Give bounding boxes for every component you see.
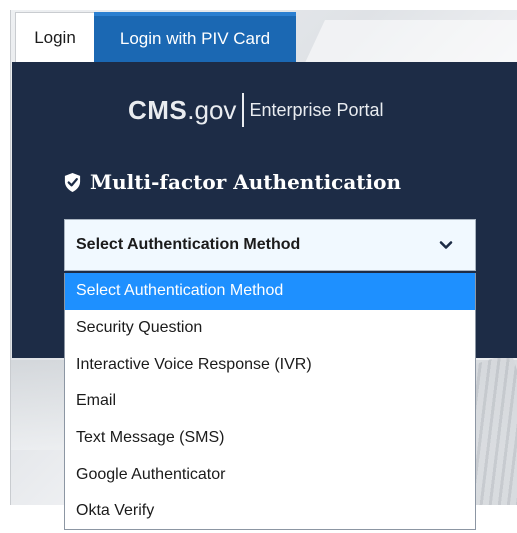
option-ivr[interactable]: Interactive Voice Response (IVR) <box>65 346 475 383</box>
tab-login-with-piv-card[interactable]: Login with PIV Card <box>94 12 296 62</box>
shield-check-icon <box>64 172 81 192</box>
logo-domain: .gov <box>187 94 237 125</box>
cms-logo: CMS .gov Enterprise Portal <box>128 92 384 128</box>
logo-divider <box>242 93 245 127</box>
chevron-down-icon <box>439 241 453 249</box>
logo-portal-name: Enterprise Portal <box>249 99 384 120</box>
mfa-heading: Multi-factor Authentication <box>63 168 401 196</box>
option-email[interactable]: Email <box>65 383 475 420</box>
option-okta-verify[interactable]: Okta Verify <box>65 493 475 530</box>
tab-login[interactable]: Login <box>15 12 94 62</box>
logo-brand: CMS <box>128 94 188 125</box>
mfa-heading-text: Multi-factor Authentication <box>90 170 402 194</box>
authentication-method-select[interactable]: Select Authentication Method <box>64 219 476 271</box>
authentication-method-options: Select Authentication Method Security Qu… <box>64 273 476 530</box>
option-google-authenticator[interactable]: Google Authenticator <box>65 456 475 493</box>
option-sms[interactable]: Text Message (SMS) <box>65 420 475 457</box>
select-value: Select Authentication Method <box>76 236 301 253</box>
option-select-authentication-method[interactable]: Select Authentication Method <box>65 273 475 310</box>
option-security-question[interactable]: Security Question <box>65 310 475 347</box>
